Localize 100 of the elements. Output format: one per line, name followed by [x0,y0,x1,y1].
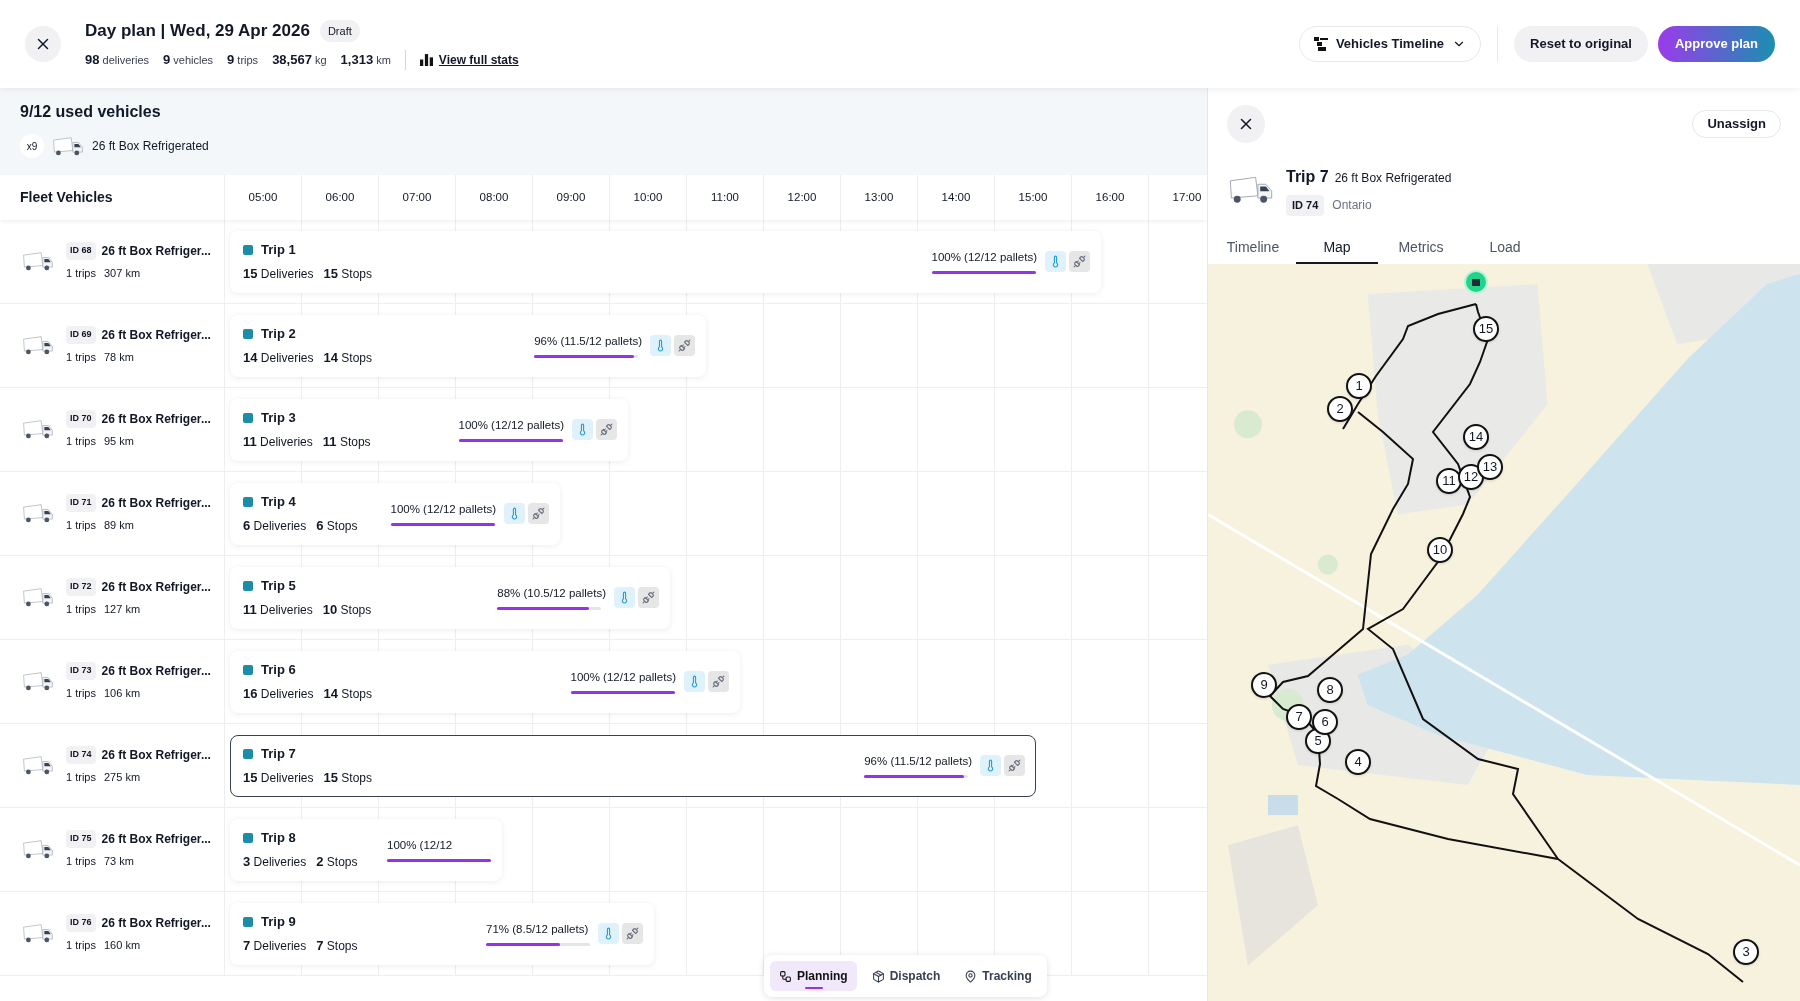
vehicle-name: 26 ft Box Refriger... [101,578,211,596]
truck-icon [22,671,54,692]
panel-tab[interactable]: Metrics [1380,233,1462,264]
trip-card[interactable]: Trip 3 11 Deliveries 11 Stops 100% (12/12 pallets) [230,398,628,461]
deliveries-count: 3 Deliveries [243,852,307,871]
thermometer-icon [504,503,525,524]
vehicle-count: x9 [20,134,44,158]
approve-button[interactable]: Approve plan [1657,26,1775,62]
trip-name: Trip 9 [261,913,296,931]
deliveries-count: 15 Deliveries [243,264,314,283]
plan-stat: 1,313 km [340,51,391,69]
thermometer-icon [684,671,705,692]
trip-name: Trip 8 [261,829,296,847]
deliveries-count: 15 Deliveries [243,768,314,787]
hour-label: 08:00 [479,189,509,205]
trip-color-square [243,244,253,255]
load-text: 100% (12/12 [387,837,454,853]
trip-name: Trip 2 [261,325,296,343]
reset-button[interactable]: Reset to original [1514,26,1648,62]
hour-label: 07:00 [402,189,432,205]
vehicle-id: ID 70 [66,410,96,428]
trip-card[interactable]: Trip 1 15 Deliveries 15 Stops 100% (12/12 pallets) [230,230,1101,293]
distance: 78 km [103,349,134,365]
unplug-icon [708,671,729,692]
thermometer-icon [650,335,671,356]
stops-count: 15 Stops [323,264,372,283]
stops-count: 15 Stops [323,768,372,787]
distance: 73 km [103,853,134,869]
distance: 95 km [103,433,134,449]
trip-card[interactable]: Trip 9 7 Deliveries 7 Stops 71% (8.5/12 pallets) [230,902,654,965]
panel-tab[interactable]: Load [1464,233,1546,264]
trip-color-square [243,328,253,339]
trip-name: Trip 7 [261,745,296,763]
load-text: 88% (10.5/12 pallets) [497,585,606,601]
hour-label: 17:00 [1172,189,1202,205]
trip-card[interactable]: Trip 2 14 Deliveries 14 Stops 96% (11.5/12 pallets) [230,314,706,377]
trip-count: 1 trips [66,433,96,449]
status-badge: Draft [319,19,360,43]
trip-title: Trip 7 [1286,167,1329,187]
vehicle-id: ID 71 [66,494,96,512]
hour-label: 10:00 [633,189,663,205]
unplug-icon [1004,755,1025,776]
trip-card[interactable]: Trip 8 3 Deliveries 2 Stops 100% (12/12 [230,818,502,881]
view-stats-link[interactable]: View full stats [438,50,519,69]
trip-card[interactable]: Trip 6 16 Deliveries 14 Stops 100% (12/12 pallets) [230,650,740,713]
deliveries-count: 16 Deliveries [243,684,314,703]
vehicle-name: 26 ft Box Refriger... [101,242,211,260]
plan-stat: 9 vehicles [163,51,214,69]
unplug-icon [1069,251,1090,272]
close-button[interactable] [1227,105,1265,143]
thermometer-icon [572,419,593,440]
load-text: 96% (11.5/12 pallets) [864,753,972,769]
trip-name: Trip 4 [261,493,296,511]
stops-count: 2 Stops [316,852,358,871]
truck-icon [22,755,54,776]
distance: 106 km [103,685,141,701]
vehicle-id: ID 74 [1286,195,1325,216]
distance: 160 km [103,937,141,953]
workflow-icon [779,969,792,983]
vehicle-id: ID 75 [66,830,96,848]
nav-tab[interactable]: Planning [770,961,857,991]
thermometer-icon [614,587,635,608]
trip-card[interactable]: Trip 4 6 Deliveries 6 Stops 100% (12/12 pallets) [230,482,560,545]
vehicle-type: 26 ft Box Refrigerated [92,138,209,155]
deliveries-count: 6 Deliveries [243,516,307,535]
truck-icon [22,419,54,440]
trip-color-square [243,580,253,591]
hour-label: 06:00 [325,189,355,205]
panel-tab[interactable]: Timeline [1212,233,1294,264]
plan-stat: 38,567 kg [272,51,327,69]
truck-icon [22,923,54,944]
vehicle-name: 26 ft Box Refriger... [101,746,211,764]
trip-card[interactable]: Trip 7 15 Deliveries 15 Stops 96% (11.5/12 pallets) [230,734,1036,797]
load-text: 100% (12/12 pallets) [931,249,1037,265]
vehicle-name: 26 ft Box Refriger... [101,662,211,680]
stops-count: 14 Stops [323,684,372,703]
unplug-icon [622,923,643,944]
distance: 275 km [103,769,141,785]
close-button[interactable] [25,26,61,62]
trip-count: 1 trips [66,265,96,281]
region: Ontario [1332,197,1372,215]
truck-icon [22,251,54,272]
warehouse-icon [1471,276,1481,287]
trip-name: Trip 3 [261,409,296,427]
trip-color-square [243,412,253,423]
vehicle-name: 26 ft Box Refriger... [101,326,211,344]
hour-label: 16:00 [1095,189,1125,205]
distance: 127 km [103,601,141,617]
hour-label: 05:00 [248,189,278,205]
stops-count: 14 Stops [323,348,372,367]
trip-color-square [243,664,253,675]
hour-label: 14:00 [941,189,971,205]
distance: 307 km [103,265,141,281]
vehicle-id: ID 68 [66,242,96,260]
vehicle-name: 26 ft Box Refriger... [101,830,211,848]
summary-title: 9/12 used vehicles [20,102,162,122]
nav-tab[interactable]: Tracking [955,961,1041,991]
page-title: Day plan | Wed, 29 Apr 2026 [85,20,310,43]
trip-card[interactable]: Trip 5 11 Deliveries 10 Stops 88% (10.5/12 pallets) [230,566,670,629]
nav-tab[interactable]: Dispatch [862,961,950,991]
